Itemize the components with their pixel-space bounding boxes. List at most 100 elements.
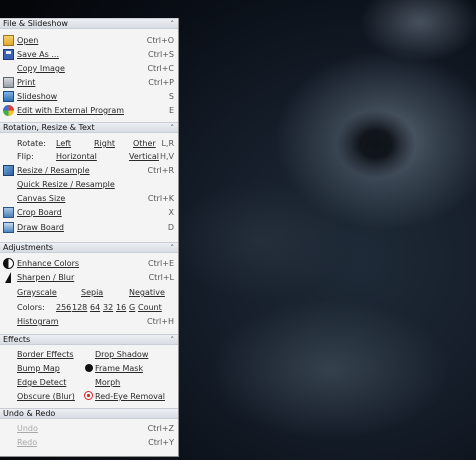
menu-item-slideshow[interactable]: Slideshow S — [0, 90, 178, 103]
rotate-right-link[interactable]: Right — [94, 138, 115, 149]
colors-256-link[interactable]: 256 — [56, 302, 71, 313]
effects-row-2: Bump Map Frame Mask — [0, 362, 178, 375]
menu-item-print[interactable]: Print Ctrl+P — [0, 76, 178, 89]
slideshow-icon — [3, 91, 14, 102]
shortcut-label: E — [168, 106, 174, 115]
colors-row: Colors: 256 128 64 32 16 G Count — [0, 301, 178, 314]
shortcut-label: Ctrl+E — [148, 259, 174, 268]
section-title: Rotation, Resize & Text — [3, 123, 95, 132]
bump-map-link[interactable]: Bump Map — [17, 363, 60, 374]
menu-item-undo[interactable]: Undo Ctrl+Z — [0, 422, 178, 435]
section-header-effects[interactable]: Effects ˄ — [0, 334, 178, 345]
rotate-label: Rotate: — [17, 139, 46, 148]
menu-label: Canvas Size — [17, 194, 66, 203]
section-title: Undo & Redo — [3, 409, 56, 418]
shortcut-label: Ctrl+Z — [147, 424, 174, 433]
menu-item-save-as[interactable]: Save As ... Ctrl+S — [0, 48, 178, 61]
menu-item-canvas-size[interactable]: Canvas Size Ctrl+K — [0, 192, 178, 205]
obscure-blur-link[interactable]: Obscure (Blur) — [17, 391, 75, 402]
negative-link[interactable]: Negative — [129, 287, 165, 298]
section-title: Effects — [3, 335, 31, 344]
shortcut-label: H,V — [159, 152, 174, 161]
red-eye-removal-link[interactable]: Red-Eye Removal — [95, 391, 165, 402]
menu-label: Resize / Resample — [17, 166, 90, 175]
contrast-circle-icon — [3, 258, 14, 269]
menu-item-resize[interactable]: Resize / Resample Ctrl+R — [0, 164, 178, 177]
shortcut-label: X — [168, 208, 174, 217]
border-effects-link[interactable]: Border Effects — [17, 349, 74, 360]
colors-64-link[interactable]: 64 — [90, 302, 100, 313]
menu-item-quick-resize[interactable]: Quick Resize / Resample — [0, 178, 178, 191]
menu-label: Save As ... — [17, 50, 59, 59]
sepia-link[interactable]: Sepia — [81, 287, 103, 298]
menu-label: Copy Image — [17, 64, 65, 73]
shortcut-label: Ctrl+K — [147, 194, 174, 203]
shortcut-label: Ctrl+C — [147, 64, 174, 73]
menu-item-copy-image[interactable]: Copy Image Ctrl+C — [0, 62, 178, 75]
collapse-chevron-icon[interactable]: ˄ — [171, 123, 175, 133]
menu-label: Print — [17, 78, 36, 87]
effects-row-1: Border Effects Drop Shadow — [0, 348, 178, 361]
menu-label: Histogram — [17, 317, 59, 326]
shortcut-label: Ctrl+S — [147, 50, 174, 59]
menu-label: Edit with External Program — [17, 106, 125, 115]
edge-detect-link[interactable]: Edge Detect — [17, 377, 66, 388]
effects-row-3: Edge Detect Morph — [0, 376, 178, 389]
colors-count-link[interactable]: Count — [138, 302, 162, 313]
rotate-other-link[interactable]: Other — [133, 138, 156, 149]
morph-link[interactable]: Morph — [95, 377, 120, 388]
menu-label: Enhance Colors — [17, 259, 80, 268]
colors-label: Colors: — [17, 303, 45, 312]
menu-item-open[interactable]: Open Ctrl+O — [0, 34, 178, 47]
menu-label: Crop Board — [17, 208, 62, 217]
menu-item-redo[interactable]: Redo Ctrl+Y — [0, 436, 178, 449]
drop-shadow-link[interactable]: Drop Shadow — [95, 349, 148, 360]
shortcut-label: S — [168, 92, 174, 101]
printer-icon — [3, 77, 14, 88]
section-title: Adjustments — [3, 243, 54, 252]
tools-side-panel: File & Slideshow ˄ Open Ctrl+O Save As .… — [0, 18, 179, 457]
grayscale-link[interactable]: Grayscale — [17, 287, 57, 298]
flip-row: Flip: Horizontal Vertical H,V — [0, 150, 178, 163]
folder-open-icon — [3, 35, 14, 46]
menu-item-edit-external[interactable]: Edit with External Program E — [0, 104, 178, 117]
collapse-chevron-icon[interactable]: ˄ — [171, 19, 175, 29]
paint-palette-icon — [3, 105, 14, 116]
flip-horizontal-link[interactable]: Horizontal — [56, 151, 97, 162]
menu-item-draw-board[interactable]: Draw Board D — [0, 221, 178, 234]
colors-32-link[interactable]: 32 — [103, 302, 113, 313]
section-header-adjustments[interactable]: Adjustments ˄ — [0, 242, 178, 253]
rotate-row: Rotate: Left Right Other L,R — [0, 137, 178, 150]
section-header-rotation[interactable]: Rotation, Resize & Text ˄ — [0, 122, 178, 133]
flip-vertical-link[interactable]: Vertical — [129, 151, 159, 162]
menu-item-sharpen-blur[interactable]: Sharpen / Blur Ctrl+L — [0, 271, 178, 284]
collapse-chevron-icon[interactable]: ˄ — [171, 243, 175, 253]
section-title: File & Slideshow — [3, 19, 68, 28]
collapse-chevron-icon[interactable]: ˄ — [171, 335, 175, 345]
menu-item-crop-board[interactable]: Crop Board X — [0, 206, 178, 219]
menu-label: Open — [17, 36, 39, 45]
effects-row-4: Obscure (Blur) Red-Eye Removal — [0, 390, 178, 403]
colors-16-link[interactable]: 16 — [116, 302, 126, 313]
menu-label: Slideshow — [17, 92, 58, 101]
menu-item-enhance-colors[interactable]: Enhance Colors Ctrl+E — [0, 257, 178, 270]
menu-label: Quick Resize / Resample — [17, 180, 115, 189]
menu-item-histogram[interactable]: Histogram Ctrl+H — [0, 315, 178, 328]
section-header-file[interactable]: File & Slideshow ˄ — [0, 18, 178, 29]
colors-g-link[interactable]: G — [129, 302, 135, 313]
frame-mask-link[interactable]: Frame Mask — [95, 363, 143, 374]
shortcut-label: Ctrl+O — [146, 36, 174, 45]
colors-128-link[interactable]: 128 — [72, 302, 87, 313]
shortcut-label: D — [167, 223, 174, 232]
rotate-left-link[interactable]: Left — [56, 138, 71, 149]
section-header-undo[interactable]: Undo & Redo — [0, 408, 178, 419]
red-eye-icon — [84, 391, 93, 400]
floppy-disk-icon — [3, 49, 14, 60]
shortcut-label: L,R — [161, 139, 174, 148]
resize-icon — [3, 165, 14, 176]
frame-mask-icon — [85, 364, 93, 372]
crop-icon — [3, 207, 14, 218]
color-mode-row: Grayscale Sepia Negative — [0, 286, 178, 299]
menu-label: Sharpen / Blur — [17, 273, 75, 282]
shortcut-label: Ctrl+P — [148, 78, 174, 87]
